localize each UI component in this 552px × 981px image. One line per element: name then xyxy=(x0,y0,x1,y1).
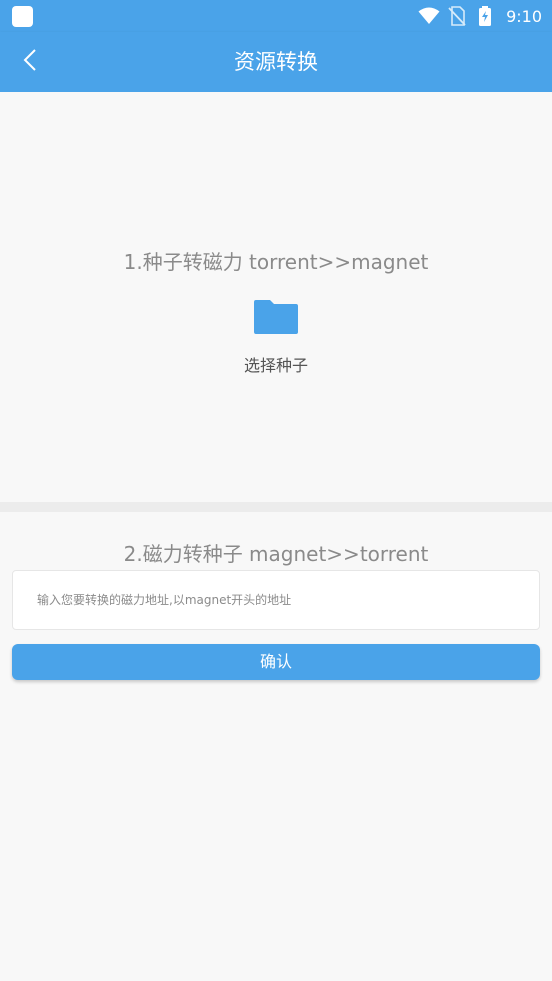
magnet-input[interactable] xyxy=(13,571,539,629)
no-sim-icon xyxy=(446,5,468,27)
status-time: 9:10 xyxy=(506,6,542,26)
battery-charging-icon xyxy=(474,5,496,27)
app-bar: 资源转换 xyxy=(0,32,552,92)
section-divider xyxy=(0,502,552,512)
choose-torrent-button[interactable]: 选择种子 xyxy=(230,292,322,382)
page-title: 资源转换 xyxy=(234,50,318,74)
torrent-to-magnet-heading: 1.种子转磁力 torrent>>magnet xyxy=(123,250,429,274)
magnet-to-torrent-section: 2.磁力转种子 magnet>>torrent 确认 xyxy=(0,512,552,981)
folder-icon xyxy=(254,300,298,334)
magnet-to-torrent-heading: 2.磁力转种子 magnet>>torrent xyxy=(123,542,429,566)
magnet-input-container xyxy=(12,570,540,630)
confirm-button[interactable]: 确认 xyxy=(12,644,540,680)
app-square-icon xyxy=(12,6,33,27)
status-icons: 9:10 xyxy=(418,0,542,32)
torrent-to-magnet-section: 1.种子转磁力 torrent>>magnet 选择种子 xyxy=(0,92,552,502)
choose-torrent-label: 选择种子 xyxy=(243,356,308,375)
wifi-icon xyxy=(418,5,440,27)
status-bar: 9:10 xyxy=(0,0,552,32)
